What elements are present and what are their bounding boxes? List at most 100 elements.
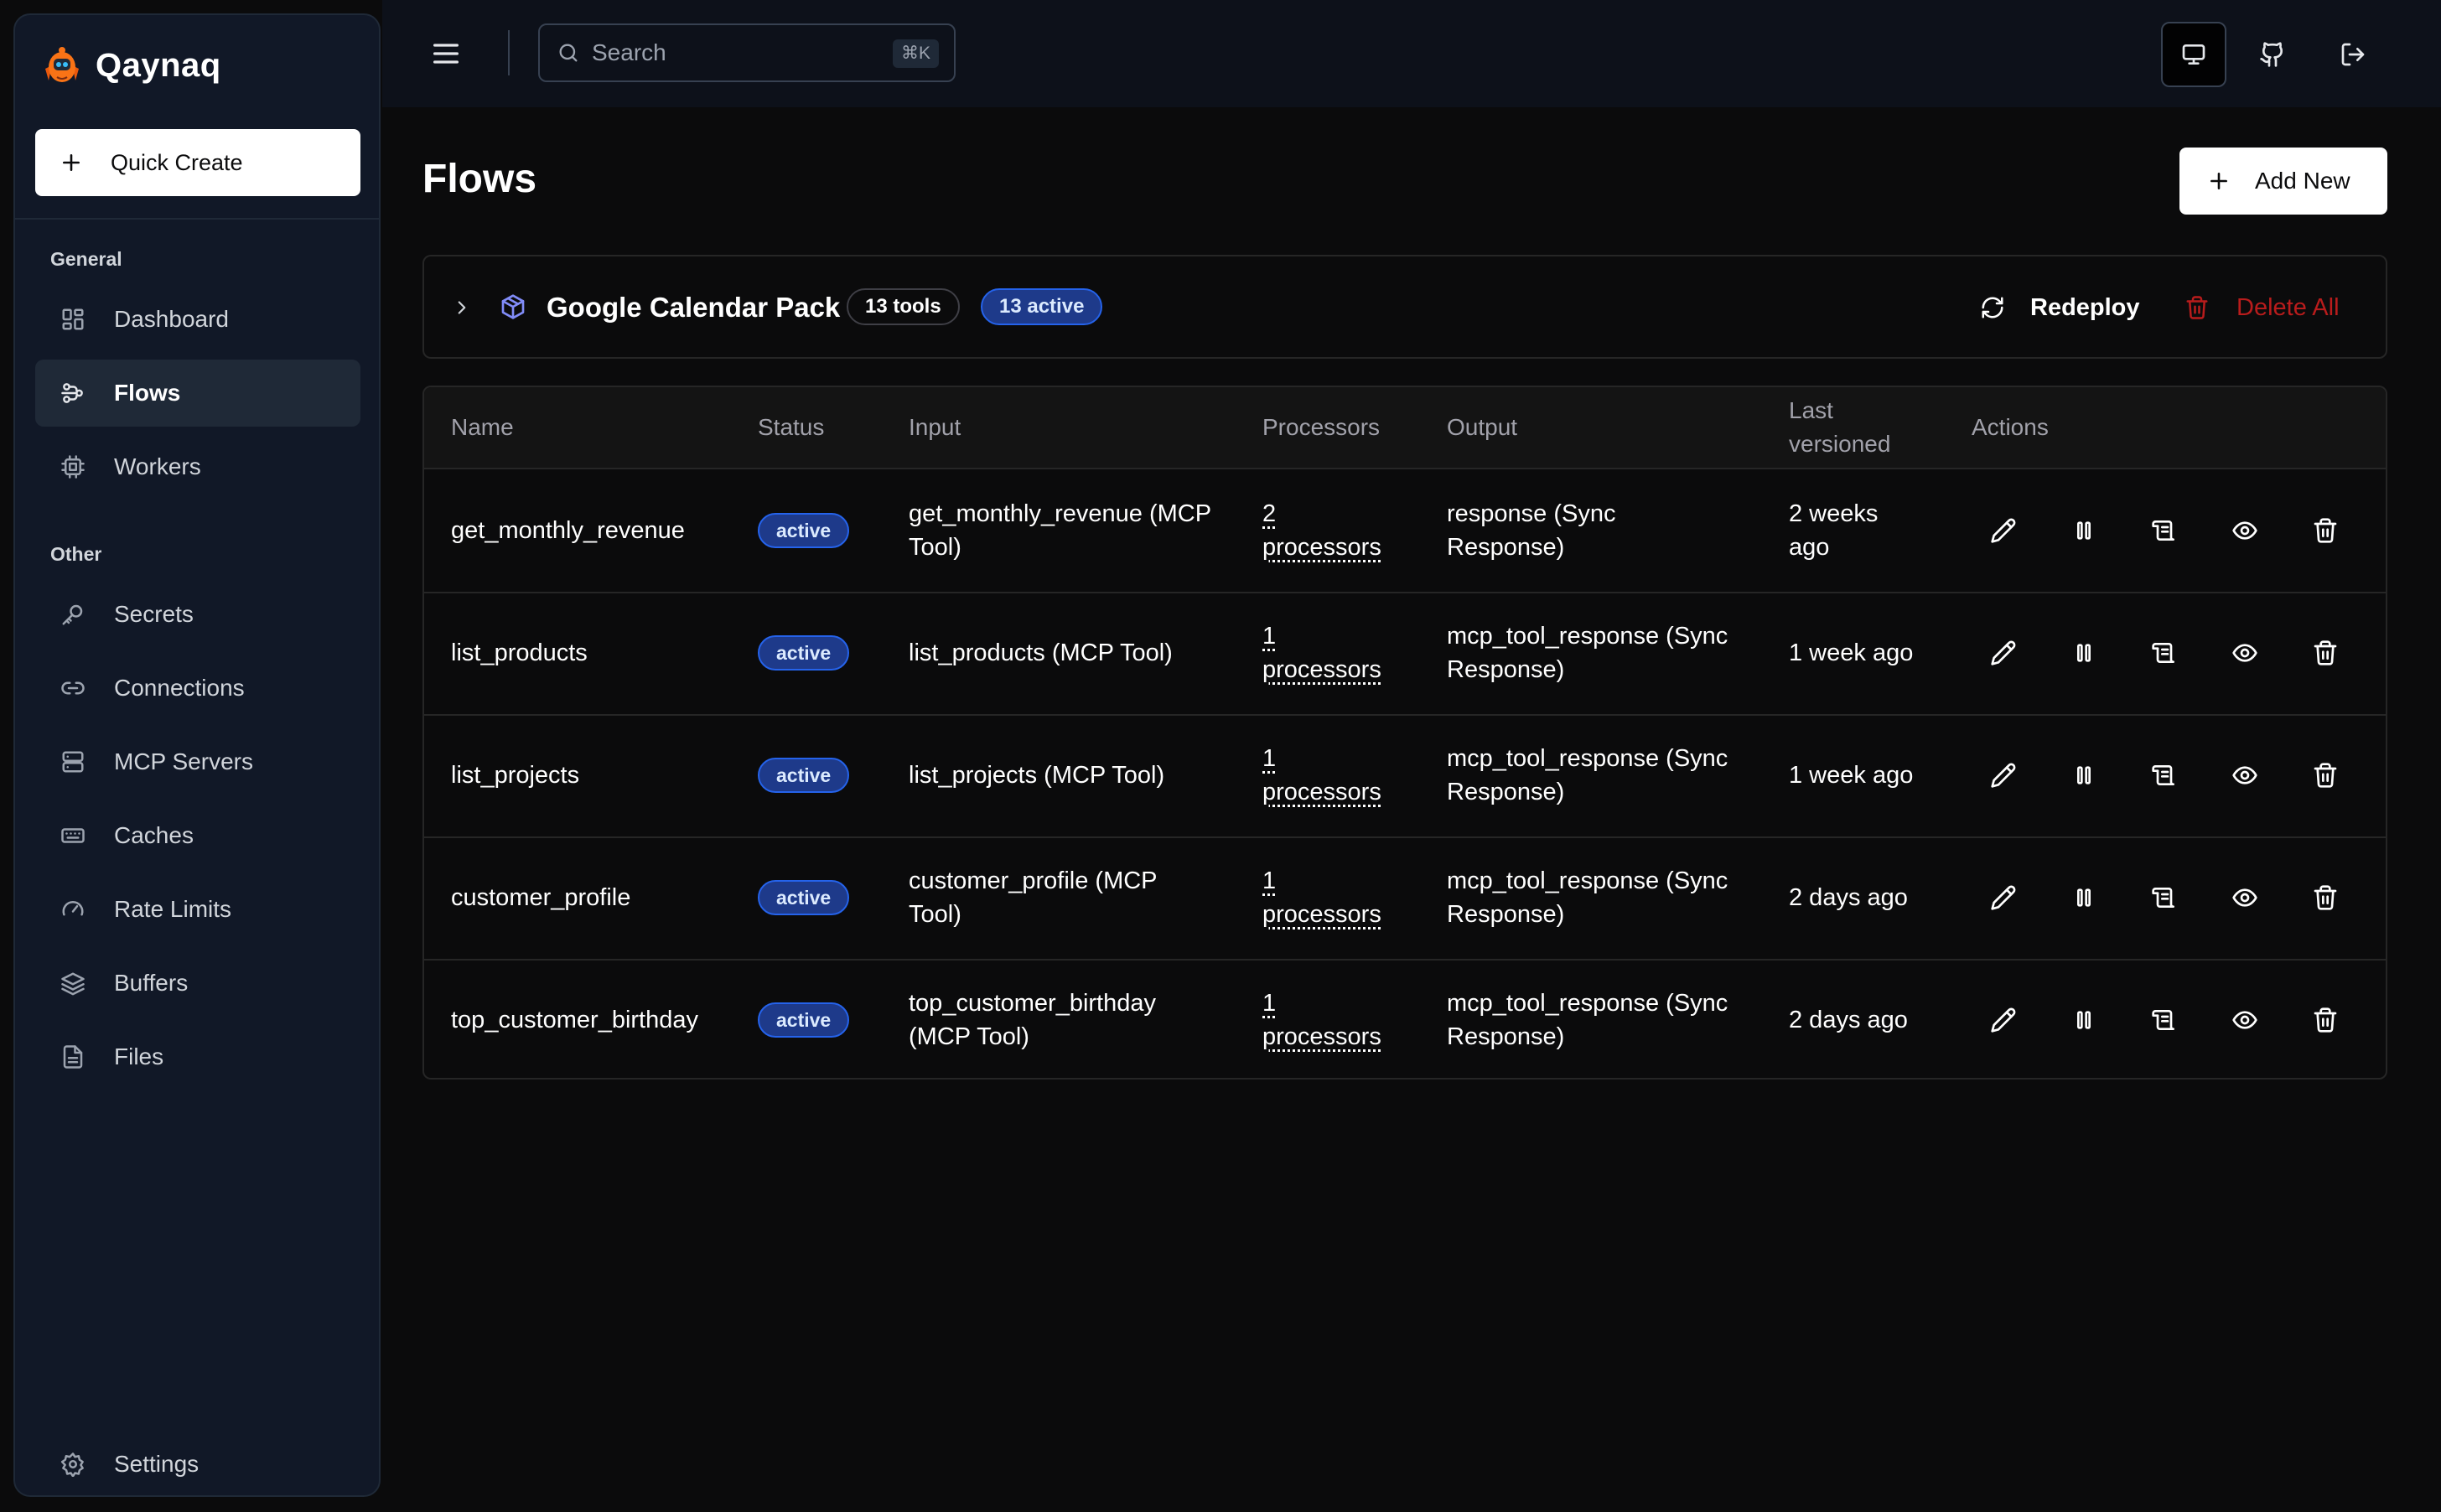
plus-icon <box>60 152 82 173</box>
flow-input: top_customer_birthday (MCP Tool) <box>909 986 1244 1054</box>
sidebar-item-label: Rate Limits <box>114 896 232 922</box>
table-row[interactable]: top_customer_birthday active top_custome… <box>424 959 2386 1078</box>
view-icon[interactable] <box>2228 881 2262 914</box>
edit-icon[interactable] <box>1987 514 2020 547</box>
view-icon[interactable] <box>2228 759 2262 792</box>
pause-icon[interactable] <box>2067 1003 2101 1037</box>
logs-icon[interactable] <box>2148 636 2181 670</box>
topbar-divider <box>508 30 510 75</box>
github-icon[interactable] <box>2240 22 2305 87</box>
sidebar-item-dashboard[interactable]: Dashboard <box>35 286 360 353</box>
column-header-last-versioned[interactable]: Last versioned <box>1789 394 1890 461</box>
cell-line: mcp_tool_response (Sync <box>1447 745 1728 772</box>
cell-line: 1 <box>1262 990 1277 1017</box>
edit-icon[interactable] <box>1987 636 2020 670</box>
active-count-badge: 13 active <box>981 288 1103 325</box>
add-new-button[interactable]: Add New <box>2179 148 2387 215</box>
edit-icon[interactable] <box>1987 759 2020 792</box>
cpu-icon <box>60 454 86 479</box>
flow-input: customer_profile (MCP Tool) <box>909 864 1244 931</box>
flow-output: response (Sync Response) <box>1447 497 1765 564</box>
chevron-right-icon[interactable] <box>451 297 473 318</box>
flow-name[interactable]: top_customer_birthday <box>451 1003 698 1037</box>
view-icon[interactable] <box>2228 1003 2262 1037</box>
delete-all-label: Delete All <box>2236 293 2340 321</box>
view-icon[interactable] <box>2228 514 2262 547</box>
cell-line: Response) <box>1447 534 1565 561</box>
trash-icon <box>2184 295 2210 320</box>
cell-line: list_projects (MCP Tool) <box>909 762 1165 789</box>
column-header-status[interactable]: Status <box>758 411 824 444</box>
sidebar-item-label: Buffers <box>114 970 189 996</box>
sidebar-item-mcp-servers[interactable]: MCP Servers <box>35 728 360 795</box>
logout-icon[interactable] <box>2320 22 2386 87</box>
column-header-output[interactable]: Output <box>1447 411 1517 444</box>
sidebar-item-rate-limits[interactable]: Rate Limits <box>35 876 360 943</box>
plus-icon <box>2208 170 2230 192</box>
last-versioned: 1 week ago <box>1789 759 1956 792</box>
cell-line: processors <box>1262 901 1381 928</box>
brand[interactable]: Qaynaq <box>40 39 221 92</box>
delete-all-button[interactable]: Delete All <box>2184 287 2340 329</box>
column-header-input[interactable]: Input <box>909 411 961 444</box>
redeploy-button[interactable]: Redeploy <box>1980 287 2140 329</box>
processors-link[interactable]: 1 processors <box>1262 864 1381 931</box>
sidebar-item-workers[interactable]: Workers <box>35 433 360 500</box>
column-header-processors[interactable]: Processors <box>1262 411 1380 444</box>
logs-icon[interactable] <box>2148 1003 2181 1037</box>
trash-icon[interactable] <box>2309 881 2342 914</box>
pause-icon[interactable] <box>2067 881 2101 914</box>
sidebar-divider <box>15 218 379 220</box>
cell-line: 1 week ago <box>1789 762 1914 789</box>
sidebar-item-label: Caches <box>114 822 194 848</box>
quick-create-button[interactable]: Quick Create <box>35 129 360 196</box>
cell-line: processors <box>1262 656 1381 683</box>
table-row[interactable]: customer_profile active customer_profile… <box>424 836 2386 961</box>
package-icon <box>500 293 526 320</box>
cell-line: customer_profile (MCP <box>909 867 1158 894</box>
table-row[interactable]: list_projects active list_projects (MCP … <box>424 714 2386 838</box>
flow-name[interactable]: get_monthly_revenue <box>451 514 685 547</box>
menu-icon[interactable] <box>429 37 463 70</box>
last-versioned: 2 days ago <box>1789 881 1956 914</box>
processors-link[interactable]: 2 processors <box>1262 497 1381 564</box>
pause-icon[interactable] <box>2067 514 2101 547</box>
cell-line: ago <box>1789 534 1830 561</box>
processors-link[interactable]: 1 processors <box>1262 619 1381 686</box>
status-badge: active <box>758 880 850 915</box>
cell-line: Tool) <box>909 901 961 928</box>
sidebar-item-flows[interactable]: Flows <box>35 360 360 427</box>
logs-icon[interactable] <box>2148 514 2181 547</box>
trash-icon[interactable] <box>2309 1003 2342 1037</box>
flow-name[interactable]: customer_profile <box>451 881 630 914</box>
edit-icon[interactable] <box>1987 881 2020 914</box>
edit-icon[interactable] <box>1987 1003 2020 1037</box>
table-row[interactable]: get_monthly_revenue active get_monthly_r… <box>424 469 2386 593</box>
pause-icon[interactable] <box>2067 636 2101 670</box>
sidebar-item-files[interactable]: Files <box>35 1023 360 1090</box>
trash-icon[interactable] <box>2309 759 2342 792</box>
sidebar-item-connections[interactable]: Connections <box>35 655 360 722</box>
trash-icon[interactable] <box>2309 514 2342 547</box>
header-line: Last <box>1789 397 1833 423</box>
brand-name: Qaynaq <box>96 46 221 84</box>
view-icon[interactable] <box>2228 636 2262 670</box>
monitor-icon[interactable] <box>2161 22 2226 87</box>
sidebar-item-secrets[interactable]: Secrets <box>35 581 360 648</box>
table-row[interactable]: list_products active list_products (MCP … <box>424 592 2386 716</box>
sidebar-item-buffers[interactable]: Buffers <box>35 950 360 1017</box>
trash-icon[interactable] <box>2309 636 2342 670</box>
logs-icon[interactable] <box>2148 759 2181 792</box>
pause-icon[interactable] <box>2067 759 2101 792</box>
flow-name[interactable]: list_projects <box>451 759 579 792</box>
column-header-name[interactable]: Name <box>451 411 514 444</box>
sidebar-item-settings[interactable]: Settings <box>35 1431 360 1498</box>
processors-link[interactable]: 1 processors <box>1262 742 1381 809</box>
cell-line: 2 days ago <box>1789 884 1908 911</box>
flow-name[interactable]: list_products <box>451 636 588 670</box>
processors-link[interactable]: 1 processors <box>1262 986 1381 1054</box>
sidebar: Qaynaq Quick Create General Dashboard Fl… <box>13 13 381 1497</box>
logs-icon[interactable] <box>2148 881 2181 914</box>
sidebar-item-caches[interactable]: Caches <box>35 802 360 869</box>
search-input[interactable]: Search ⌘K <box>538 23 956 82</box>
